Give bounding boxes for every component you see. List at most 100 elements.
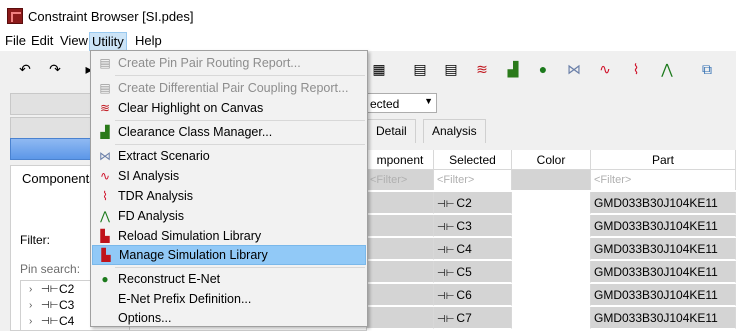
tree-item[interactable]: › ⊣⊢ C2 [29, 281, 74, 297]
column-header-color[interactable]: Color [512, 150, 591, 170]
menu-bar: File Edit View Utility Help [0, 31, 736, 51]
column-header-part[interactable]: Part [591, 150, 736, 170]
cell-selected[interactable]: ⊣⊢ C4 [434, 238, 512, 260]
filter-selected[interactable]: <Filter> [434, 170, 512, 190]
enet-icon[interactable]: ● [532, 58, 554, 80]
menu-item-options[interactable]: Options... [92, 308, 366, 328]
cell-color[interactable] [512, 284, 591, 306]
extract-icon: ⋈ [99, 149, 111, 163]
filter-component[interactable]: <Filter> [367, 170, 434, 190]
menu-item-clear-highlight[interactable]: ≋ Clear Highlight on Canvas [92, 98, 366, 118]
chevron-down-icon: ▼ [424, 96, 433, 106]
undo-icon[interactable]: ↶ [14, 58, 36, 80]
filter-part[interactable]: <Filter> [591, 170, 736, 190]
cell-selected-text: C2 [456, 196, 472, 210]
chevron-right-icon[interactable]: › [29, 300, 41, 311]
capacitor-icon: ⊣⊢ [41, 315, 59, 327]
capacitor-icon: ⊣⊢ [41, 283, 59, 295]
capacitor-icon: ⊣⊢ [437, 222, 455, 233]
menu-item-reconstruct-enet[interactable]: ● Reconstruct E-Net [92, 269, 366, 289]
tree-item-label: C3 [59, 298, 75, 312]
cell-selected-text: C4 [456, 242, 472, 256]
tdr-analysis-icon: ⌇ [102, 189, 108, 203]
clear-highlight-icon: ≋ [99, 101, 111, 115]
menu-help[interactable]: Help [133, 32, 164, 51]
menu-item-extract-scenario[interactable]: ⋈ Extract Scenario [92, 146, 366, 166]
filter-color[interactable] [512, 170, 591, 190]
report-icon[interactable]: ▤ [409, 58, 431, 80]
components-tab[interactable]: Components [22, 171, 96, 186]
chevron-right-icon[interactable]: › [29, 316, 41, 327]
cell-selected[interactable]: ⊣⊢ C6 [434, 284, 512, 306]
capacitor-icon: ⊣⊢ [437, 291, 455, 302]
menu-item-enet-prefix-definition[interactable]: E-Net Prefix Definition... [92, 289, 366, 309]
window-icon[interactable]: ⧉ [696, 58, 718, 80]
selection-dropdown[interactable]: ected ▼ [367, 93, 437, 113]
cell-part[interactable]: GMD033B30J104KE11 [591, 215, 736, 237]
menu-item-fd-analysis[interactable]: ⋀ FD Analysis [92, 206, 366, 226]
cell-component[interactable] [367, 192, 434, 214]
title-bar: Constraint Browser [SI.pdes] [0, 0, 736, 32]
menu-edit[interactable]: Edit [29, 32, 55, 51]
tdr-analysis-icon[interactable]: ⌇ [625, 58, 647, 80]
menu-item-diff-pair-report[interactable]: ▤ Create Differential Pair Coupling Repo… [92, 78, 366, 98]
capacitor-icon: ⊣⊢ [437, 268, 455, 279]
cell-component[interactable] [367, 215, 434, 237]
cell-color[interactable] [512, 192, 591, 214]
menu-separator [115, 120, 365, 121]
menu-item-manage-simulation-library[interactable]: ▙ Manage Simulation Library [92, 245, 366, 265]
cell-selected[interactable]: ⊣⊢ C7 [434, 307, 512, 329]
cell-selected-text: C3 [456, 219, 472, 233]
cell-part[interactable]: GMD033B30J104KE11 [591, 307, 736, 329]
si-analysis-icon[interactable]: ∿ [594, 58, 616, 80]
cell-component[interactable] [367, 284, 434, 306]
clearance-icon: ▟ [100, 125, 110, 139]
cell-part[interactable]: GMD033B30J104KE11 [591, 284, 736, 306]
grid-icon[interactable]: ▦ [368, 58, 390, 80]
cell-color[interactable] [512, 307, 591, 329]
menu-item-tdr-analysis[interactable]: ⌇ TDR Analysis [92, 186, 366, 206]
redo-icon[interactable]: ↷ [44, 58, 66, 80]
column-header-selected[interactable]: Selected [434, 150, 512, 170]
cell-component[interactable] [367, 238, 434, 260]
cell-selected-text: C6 [456, 288, 472, 302]
cell-selected[interactable]: ⊣⊢ C2 [434, 192, 512, 214]
report-disabled-icon[interactable]: ▤ [440, 58, 462, 80]
chevron-right-icon[interactable]: › [29, 284, 41, 295]
cell-part[interactable]: GMD033B30J104KE11 [591, 238, 736, 260]
cell-selected-text: C7 [456, 311, 472, 325]
reload-library-icon: ▙ [100, 229, 110, 243]
clear-highlight-icon[interactable]: ≋ [471, 58, 493, 80]
menu-view[interactable]: View [58, 32, 90, 51]
cell-color[interactable] [512, 238, 591, 260]
menu-utility[interactable]: Utility [89, 32, 127, 51]
tree-item[interactable]: › ⊣⊢ C4 [29, 313, 74, 329]
cell-color[interactable] [512, 215, 591, 237]
menu-separator [115, 75, 365, 76]
fd-analysis-icon: ⋀ [100, 209, 110, 223]
fd-analysis-icon[interactable]: ⋀ [656, 58, 678, 80]
cell-component[interactable] [367, 261, 434, 283]
capacitor-icon: ⊣⊢ [437, 314, 455, 325]
cell-part[interactable]: GMD033B30J104KE11 [591, 192, 736, 214]
app-icon [7, 8, 23, 24]
clearance-icon[interactable]: ▟ [502, 58, 524, 80]
tab-analysis[interactable]: Analysis [423, 119, 486, 143]
cell-component[interactable] [367, 307, 434, 329]
menu-item-si-analysis[interactable]: ∿ SI Analysis [92, 166, 366, 186]
cell-color[interactable] [512, 261, 591, 283]
menu-item-reload-simulation-library[interactable]: ▙ Reload Simulation Library [92, 226, 366, 246]
tree-item[interactable]: › ⊣⊢ C3 [29, 297, 74, 313]
component-grid: mponent Selected Color Part <Filter> <Fi… [367, 150, 736, 331]
column-header-component[interactable]: mponent [367, 150, 434, 170]
extract-icon[interactable]: ⋈ [563, 58, 585, 80]
cell-selected[interactable]: ⊣⊢ C3 [434, 215, 512, 237]
enet-icon: ● [101, 272, 109, 286]
cell-part[interactable]: GMD033B30J104KE11 [591, 261, 736, 283]
tab-detail[interactable]: Detail [367, 119, 416, 143]
cell-selected[interactable]: ⊣⊢ C5 [434, 261, 512, 283]
menu-item-clearance-class-manager[interactable]: ▟ Clearance Class Manager... [92, 122, 366, 142]
menu-file[interactable]: File [3, 32, 28, 51]
tree-item-label: C4 [59, 314, 75, 328]
menu-item-pin-pair-report[interactable]: ▤ Create Pin Pair Routing Report... [92, 53, 366, 73]
